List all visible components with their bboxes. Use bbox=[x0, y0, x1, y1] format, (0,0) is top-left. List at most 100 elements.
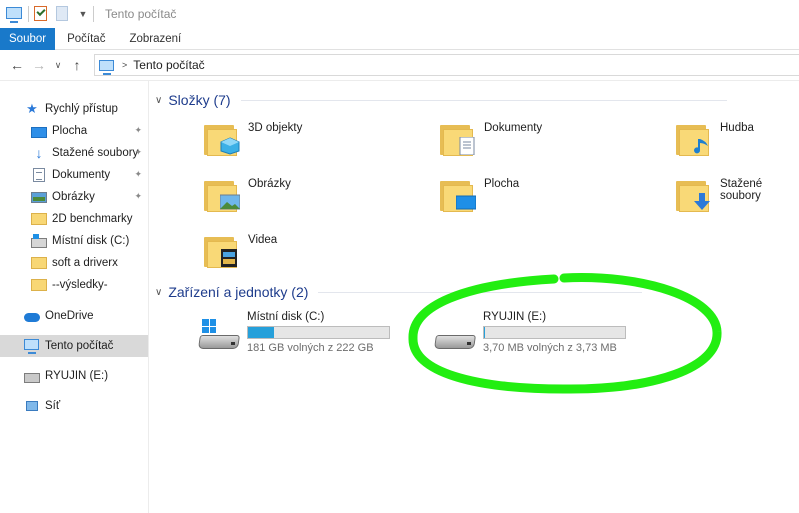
pin-icon[interactable]: ✦ bbox=[134, 169, 142, 180]
documents-folder-icon bbox=[440, 119, 476, 157]
sidebar-item-quick-access[interactable]: ★ Rychlý přístup bbox=[0, 98, 148, 120]
folder-label: Obrázky bbox=[248, 178, 291, 190]
tab-file[interactable]: Soubor bbox=[0, 28, 56, 50]
pictures-icon bbox=[31, 192, 47, 203]
content-pane: ∨ Složky (7) 3D objekty Dokumenty Hudba … bbox=[149, 81, 799, 513]
pin-icon[interactable]: ✦ bbox=[134, 125, 142, 136]
folder-icon bbox=[31, 279, 47, 291]
breadcrumb-chevron-icon[interactable]: > bbox=[122, 60, 127, 70]
folder-icon bbox=[31, 257, 47, 269]
drive-name: RYUJIN (E:) bbox=[483, 311, 547, 323]
quick-access-star-icon: ★ bbox=[26, 101, 38, 116]
sidebar-item-this-pc[interactable]: Tento počítač bbox=[0, 335, 148, 357]
folder-tile-downloads[interactable]: Stažené soubory bbox=[676, 175, 799, 213]
title-separator bbox=[93, 6, 94, 22]
folder-tile-documents[interactable]: Dokumenty bbox=[440, 119, 542, 157]
folder-tile-videos[interactable]: Videa bbox=[204, 231, 277, 269]
drive-tile-local-disk-c[interactable]: Místní disk (C:) 181 GB volných z 222 GB bbox=[198, 311, 390, 354]
pictures-folder-icon bbox=[204, 175, 240, 213]
this-pc-icon bbox=[24, 339, 40, 354]
sidebar-item-ryujin-e[interactable]: RYUJIN (E:) bbox=[0, 365, 148, 387]
folders-group-title: Složky (7) bbox=[168, 92, 231, 108]
sidebar-item-onedrive[interactable]: OneDrive bbox=[0, 305, 148, 327]
usb-drive-icon bbox=[434, 319, 477, 349]
sidebar-item-label: Stažené soubory bbox=[52, 147, 139, 159]
properties-check-icon[interactable] bbox=[34, 6, 50, 22]
pin-icon[interactable]: ✦ bbox=[134, 147, 142, 158]
windows-drive-icon bbox=[198, 319, 241, 349]
ribbon-tabs: Soubor Počítač Zobrazení bbox=[0, 28, 799, 50]
new-folder-icon[interactable] bbox=[56, 6, 72, 22]
sidebar-item-local-disk-c[interactable]: Místní disk (C:) bbox=[0, 230, 148, 252]
address-bar[interactable]: > Tento počítač bbox=[94, 54, 799, 76]
this-pc-icon bbox=[99, 59, 114, 75]
drive-tile-ryujin-e[interactable]: RYUJIN (E:) 3,70 MB volných z 3,73 MB bbox=[434, 311, 626, 354]
tab-view[interactable]: Zobrazení bbox=[117, 28, 193, 50]
folder-tile-3d-objects[interactable]: 3D objekty bbox=[204, 119, 302, 157]
drive-usage-fill bbox=[248, 327, 275, 338]
sidebar-item-label: Plocha bbox=[52, 125, 88, 137]
folders-group-header[interactable]: ∨ Složky (7) bbox=[155, 92, 727, 108]
devices-group-header[interactable]: ∨ Zařízení a jednotky (2) bbox=[155, 284, 643, 300]
recent-locations-chevron-icon[interactable]: ∨ bbox=[50, 60, 66, 71]
sidebar-item-label: --výsledky- bbox=[52, 279, 108, 291]
sidebar-item-soft-a-driverx[interactable]: soft a driverx bbox=[0, 252, 148, 274]
documents-icon bbox=[33, 168, 45, 182]
pin-icon[interactable]: ✦ bbox=[134, 191, 142, 202]
breadcrumb-this-pc[interactable]: Tento počítač bbox=[133, 58, 204, 72]
folder-tile-music[interactable]: Hudba bbox=[676, 119, 754, 157]
music-folder-icon bbox=[676, 119, 712, 157]
sidebar-item-desktop[interactable]: Plocha ✦ bbox=[0, 120, 148, 142]
folder-tile-pictures[interactable]: Obrázky bbox=[204, 175, 291, 213]
group-divider bbox=[318, 291, 643, 293]
sidebar-item-2d-benchmarks[interactable]: 2D benchmarky bbox=[0, 208, 148, 230]
sidebar-item-label: RYUJIN (E:) bbox=[45, 370, 109, 382]
up-arrow-icon[interactable]: ↑ bbox=[66, 57, 88, 73]
drive-usage-bar bbox=[247, 326, 390, 339]
title-bar: ▼ Tento počítač bbox=[0, 0, 799, 28]
sidebar-item-label: Obrázky bbox=[52, 191, 95, 203]
onedrive-cloud-icon bbox=[24, 313, 40, 322]
downloads-icon: ↓ bbox=[35, 145, 43, 161]
drive-usage-bar bbox=[483, 326, 626, 339]
sidebar-item-label: Tento počítač bbox=[45, 340, 114, 352]
drive-usage-fill bbox=[484, 327, 486, 338]
collapse-chevron-icon[interactable]: ∨ bbox=[155, 95, 162, 106]
tab-computer[interactable]: Počítač bbox=[55, 28, 117, 50]
folder-tile-desktop[interactable]: Plocha bbox=[440, 175, 519, 213]
usb-drive-icon bbox=[24, 372, 40, 383]
sidebar-item-label: 2D benchmarky bbox=[52, 213, 133, 225]
folder-label: Videa bbox=[248, 234, 278, 246]
drive-name: Místní disk (C:) bbox=[247, 311, 325, 323]
network-icon bbox=[26, 401, 38, 411]
desktop-folder-icon bbox=[440, 175, 476, 213]
folder-label: Hudba bbox=[720, 122, 754, 134]
window-title: Tento počítač bbox=[105, 7, 177, 21]
navigation-bar: ← → ∨ ↑ > Tento počítač bbox=[0, 50, 799, 81]
downloads-folder-icon bbox=[676, 175, 712, 213]
customize-toolbar-dropdown[interactable]: ▼ bbox=[78, 9, 88, 19]
sidebar-item-label: Síť bbox=[45, 400, 61, 412]
group-divider bbox=[240, 99, 727, 101]
sidebar-item-label: Rychlý přístup bbox=[45, 103, 118, 115]
local-disk-icon bbox=[31, 233, 47, 248]
back-arrow-icon[interactable]: ← bbox=[6, 57, 28, 73]
sidebar-item-pictures[interactable]: Obrázky ✦ bbox=[0, 186, 148, 208]
sidebar-item-label: OneDrive bbox=[45, 310, 94, 322]
forward-arrow-icon[interactable]: → bbox=[28, 57, 50, 73]
quick-access-separator bbox=[28, 6, 29, 22]
sidebar-item-vysledky[interactable]: --výsledky- bbox=[0, 274, 148, 296]
this-pc-icon[interactable] bbox=[6, 6, 22, 23]
sidebar-item-label: soft a driverx bbox=[52, 257, 118, 269]
sidebar-item-downloads[interactable]: ↓ Stažené soubory ✦ bbox=[0, 142, 148, 164]
devices-group-title: Zařízení a jednotky (2) bbox=[168, 284, 309, 300]
drive-free-space: 181 GB volných z 222 GB bbox=[247, 342, 374, 354]
folder-icon bbox=[31, 213, 47, 225]
sidebar-item-documents[interactable]: Dokumenty ✦ bbox=[0, 164, 148, 186]
collapse-chevron-icon[interactable]: ∨ bbox=[155, 287, 162, 298]
drive-free-space: 3,70 MB volných z 3,73 MB bbox=[483, 342, 617, 354]
folder-label: Plocha bbox=[484, 178, 520, 190]
folder-label: Stažené soubory bbox=[720, 178, 763, 202]
sidebar-item-network[interactable]: Síť bbox=[0, 395, 148, 417]
navigation-pane: ★ Rychlý přístup Plocha ✦ ↓ Stažené soub… bbox=[0, 81, 149, 513]
